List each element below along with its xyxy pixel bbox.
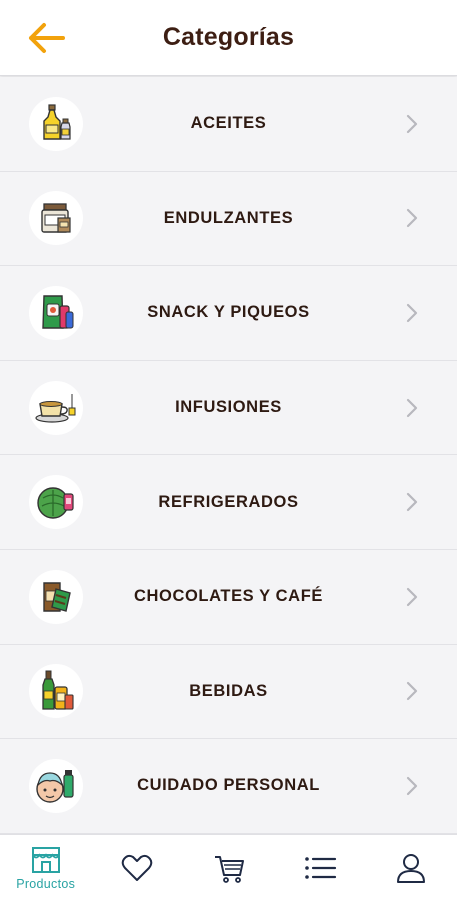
snack-bags-icon [42,295,74,329]
user-icon [397,854,426,883]
category-item-chocolates-y-cafe[interactable]: CHOCOLATES Y CAFÉ [0,549,457,645]
category-item-cuidado-personal[interactable]: CUIDADO PERSONAL [0,739,457,834]
category-label: BEBIDAS [189,681,268,700]
category-icon-container [29,191,83,246]
nav-item-productos[interactable]: Productos [0,835,91,900]
nav-item-cart[interactable] [183,835,274,900]
nav-item-profile[interactable] [366,835,457,900]
jars-icon [41,203,71,234]
nav-item-list[interactable] [274,835,365,900]
nav-item-favorites[interactable] [91,835,182,900]
category-item-endulzantes[interactable]: ENDULZANTES [0,171,457,267]
category-icon-container [29,380,83,435]
category-label: ACEITES [190,114,267,133]
store-icon [31,847,60,873]
cart-icon [214,856,244,883]
oil-bottles-icon [43,104,71,140]
category-label: SNACK Y PIQUEOS [147,303,310,322]
chevron-right-icon [406,398,418,417]
category-label: INFUSIONES [175,398,282,417]
chocolate-coffee-icon [43,582,71,612]
category-item-refrigerados[interactable]: REFRIGERADOS [0,455,457,550]
teacup-icon [35,393,76,423]
category-label: REFRIGERADOS [158,492,299,511]
chevron-right-icon [406,682,418,701]
bottom-navigation: Productos [0,834,457,900]
category-label: CUIDADO PERSONAL [137,776,320,795]
category-item-bebidas[interactable]: BEBIDAS [0,644,457,740]
arrow-left-icon [29,23,65,53]
category-icon-container [29,475,83,530]
page-title: Categorías [162,23,295,51]
category-icon-container [29,569,83,624]
chevron-right-icon [406,303,418,323]
chevron-right-icon [406,776,418,796]
back-button[interactable] [24,16,68,60]
chevron-right-icon [406,493,418,512]
category-item-infusiones[interactable]: INFUSIONES [0,360,457,456]
category-item-snack-y-piqueos[interactable]: SNACK Y PIQUEOS [0,266,457,361]
category-icon-container [29,664,83,719]
chevron-right-icon [406,587,418,606]
chevron-right-icon [406,209,418,228]
category-label: ENDULZANTES [163,208,294,227]
category-list: ACEITES ENDULZANTES SNACK Y PIQUEOS INFU… [0,77,457,834]
category-item-aceites[interactable]: ACEITES [0,77,457,172]
category-icon-container [29,96,83,151]
personal-care-icon [36,769,74,803]
heart-icon [121,854,153,881]
chevron-right-icon [406,114,418,133]
nav-label-productos: Productos [16,877,76,891]
bottles-icon [42,670,74,711]
category-icon-container [29,285,83,340]
cabbage-icon [37,487,74,519]
category-icon-container [29,758,83,813]
category-label: CHOCOLATES Y CAFÉ [134,587,323,606]
list-icon [305,857,337,879]
app-header: Categorías [0,0,457,76]
